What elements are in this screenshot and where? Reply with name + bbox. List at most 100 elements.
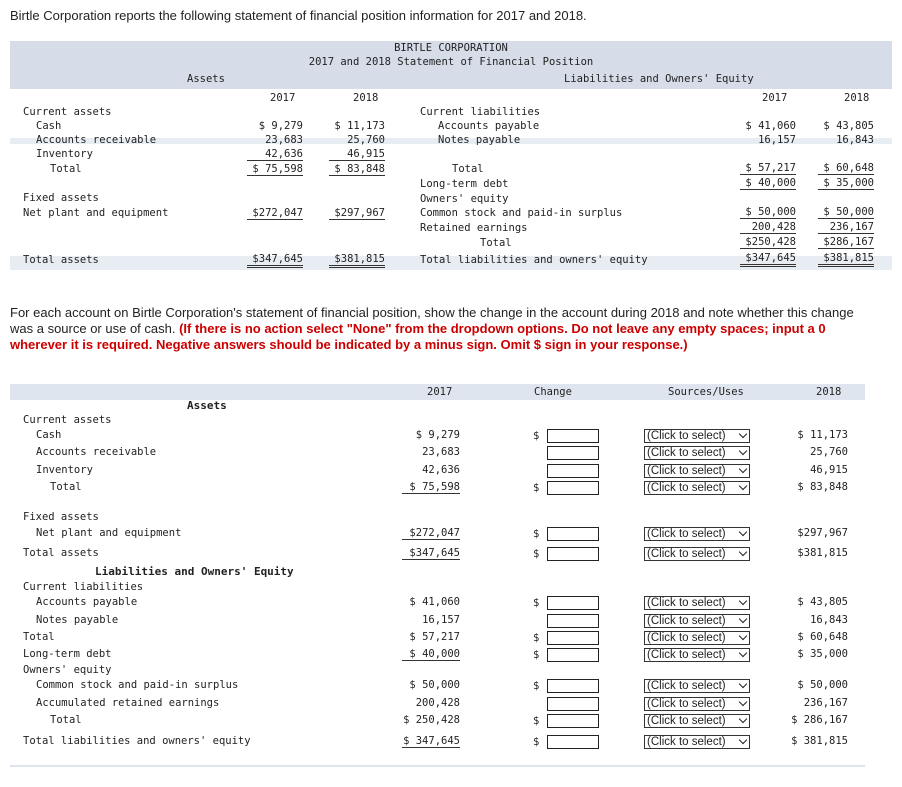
bs-label-ltd: Long-term debt [420,178,509,190]
wt-14-common-stock-and-paid-in-surplus-change-input[interactable] [547,679,599,693]
wt-7-total-assets-2017: $347,645 [402,547,460,560]
wt-11-total-label: Total [23,631,55,643]
wt-12-long-term-debt-label: Long-term debt [23,648,112,660]
wt-11-total-change-input[interactable] [547,631,599,645]
wt-10-notes-payable-change-input[interactable] [547,614,599,628]
wt-2-accounts-receivable-2017: 23,683 [422,446,460,458]
wt-4-total-dollar-sign: $ [533,482,540,494]
bs-ltd-2017: $ 40,000 [740,177,796,190]
bs-label-owners-equity: Owners' equity [420,193,509,205]
bs-label-retained: Retained earnings [420,222,528,234]
bs-ap-2018: $ 43,805 [823,120,874,132]
wt-10-notes-payable-source-use-select[interactable]: (Click to select) [644,614,750,628]
select-placeholder: (Click to select) [647,528,726,540]
bs-ap-2017: $ 41,060 [745,120,796,132]
wt-3-inventory-change-input[interactable] [547,464,599,478]
chevron-down-icon [738,481,748,491]
wt-6-net-plant-and-equipment-dollar-sign: $ [533,528,540,540]
bs-label-net-plant: Net plant and equipment [23,207,169,219]
chevron-down-icon [738,631,748,641]
select-placeholder: (Click to select) [647,649,726,661]
bs-net-plant-2017: $272,047 [247,207,303,220]
wt-11-total-dollar-sign: $ [533,632,540,644]
intro-text: Birtle Corporation reports the following… [10,8,587,23]
wt-15-accumulated-retained-earnings-2017: 200,428 [415,697,460,709]
wt-16-total-source-use-select[interactable]: (Click to select) [644,714,750,728]
wt-4-total-change-input[interactable] [547,481,599,495]
bs-label-cash: Cash [36,120,62,132]
wt-3-inventory-2017: 42,636 [422,464,460,476]
wt-9-accounts-payable-source-use-select[interactable]: (Click to select) [644,596,750,610]
wt-4-total-label: Total [50,481,82,493]
chevron-down-icon [738,697,748,707]
wt-6-net-plant-and-equipment-change-input[interactable] [547,527,599,541]
wt-17-total-liabilities-and-owners-equity-change-input[interactable] [547,735,599,749]
col-2018-right: 2018 [844,92,870,104]
select-placeholder: (Click to select) [647,698,726,710]
bs-retained-2018: 236,167 [818,221,874,234]
wt-16-total-change-input[interactable] [547,714,599,728]
wt-4-total-2018: $ 83,848 [797,481,848,493]
wt-11-total-2018: $ 60,648 [797,631,848,643]
wt-9-accounts-payable-2018: $ 43,805 [797,596,848,608]
wt-15-accumulated-retained-earnings-change-input[interactable] [547,697,599,711]
bs-inventory-2017: 42,636 [247,148,303,161]
le-header: Liabilities and Owners' Equity [564,73,754,85]
assets-header: Assets [187,73,225,85]
wt-3-inventory-label: Inventory [36,464,93,476]
wt-6-net-plant-and-equipment-label: Net plant and equipment [36,527,182,539]
bs-label-current-liabilities: Current liabilities [420,106,541,118]
chevron-down-icon [738,446,748,456]
wt-12-long-term-debt-2018: $ 35,000 [797,648,848,660]
wt-4-total-source-use-select[interactable]: (Click to select) [644,481,750,495]
wt-12-long-term-debt-change-input[interactable] [547,648,599,662]
wt-14-common-stock-and-paid-in-surplus-label: Common stock and paid-in surplus [36,679,239,691]
wt-1-cash-2018: $ 11,173 [797,429,848,441]
wt-6-net-plant-and-equipment-2017: $272,047 [402,527,460,540]
wt-7-total-assets-label: Total assets [23,547,99,559]
wt-1-cash-label: Cash [36,429,62,441]
wt-9-accounts-payable-change-input[interactable] [547,596,599,610]
wt-9-accounts-payable-dollar-sign: $ [533,597,540,609]
wt-7-total-assets-change-input[interactable] [547,547,599,561]
bs-label-total-current: Total [50,163,82,175]
wt-6-net-plant-and-equipment-source-use-select[interactable]: (Click to select) [644,527,750,541]
wt-9-accounts-payable-2017: $ 41,060 [409,596,460,608]
wt-9-accounts-payable-label: Accounts payable [36,596,138,608]
bs-label-total-le: Total liabilities and owners' equity [420,254,648,266]
bs-total-le-2018: $381,815 [818,252,874,267]
wt-11-total-source-use-select[interactable]: (Click to select) [644,631,750,645]
bs-total-cl-2017: $ 57,217 [740,162,796,175]
wt-14-common-stock-and-paid-in-surplus-source-use-select[interactable]: (Click to select) [644,679,750,693]
bs-retained-2017: 200,428 [740,221,796,234]
col-2018-left: 2018 [353,92,379,104]
wt-15-accumulated-retained-earnings-source-use-select[interactable]: (Click to select) [644,697,750,711]
worksheet-bottom-rule [10,765,865,767]
bs-label-np: Notes payable [438,134,521,146]
chevron-down-icon [738,596,748,606]
bs-np-2017: 16,157 [758,134,796,146]
wt-1-cash-dollar-sign: $ [533,430,540,442]
chevron-down-icon [738,527,748,537]
header-2018: 2018 [816,386,842,398]
wt-1-cash-change-input[interactable] [547,429,599,443]
chevron-down-icon [738,648,748,658]
select-placeholder: (Click to select) [647,736,726,748]
wt-3-inventory-source-use-select[interactable]: (Click to select) [644,464,750,478]
wt-17-total-liabilities-and-owners-equity-source-use-select[interactable]: (Click to select) [644,735,750,749]
wt-2-accounts-receivable-change-input[interactable] [547,446,599,460]
wt-1-cash-source-use-select[interactable]: (Click to select) [644,429,750,443]
bs-label-fixed-assets: Fixed assets [23,192,99,204]
statement-title: 2017 and 2018 Statement of Financial Pos… [308,56,594,68]
worksheet-table: 2017 Change Sources/Uses 2018 Assets Lia… [10,384,865,767]
bs-total-current-2018: $ 83,848 [329,163,385,176]
bs-label-common-stock: Common stock and paid-in surplus [420,207,623,219]
wt-15-accumulated-retained-earnings-label: Accumulated retained earnings [36,697,220,709]
bs-common-stock-2017: $ 50,000 [740,206,796,219]
wt-12-long-term-debt-source-use-select[interactable]: (Click to select) [644,648,750,662]
select-placeholder: (Click to select) [647,430,726,442]
wt-2-accounts-receivable-source-use-select[interactable]: (Click to select) [644,446,750,460]
wt-11-total-2017: $ 57,217 [409,631,460,643]
wt-7-total-assets-source-use-select[interactable]: (Click to select) [644,547,750,561]
bs-cash-2017: $ 9,279 [258,120,303,132]
